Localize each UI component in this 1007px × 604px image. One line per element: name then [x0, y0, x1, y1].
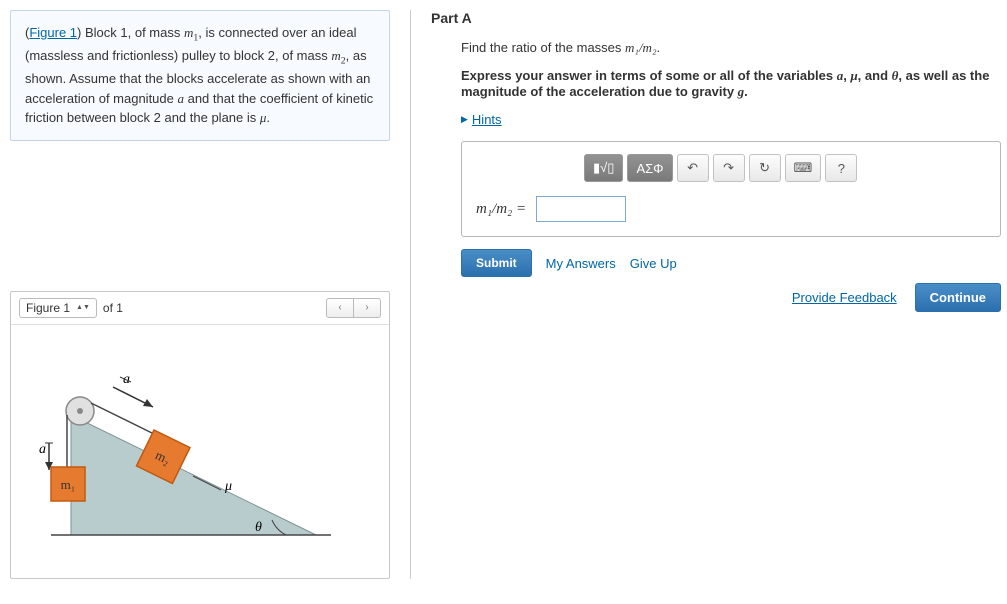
answer-label: m₁/m₂ =	[476, 201, 526, 218]
figure-diagram: θ m₁ m₂ μ	[11, 325, 389, 578]
hints-label: Hints	[472, 112, 502, 127]
svg-text:a: a	[39, 442, 46, 457]
templates-button[interactable]: ▮√▯	[584, 154, 623, 182]
svg-text:m₁: m₁	[61, 477, 76, 492]
hints-toggle[interactable]: ▶ Hints	[461, 112, 1001, 127]
text: .	[266, 110, 270, 125]
keyboard-button[interactable]: ⌨	[785, 154, 822, 182]
undo-button[interactable]: ↶	[677, 154, 709, 182]
figure-of-label: of 1	[103, 301, 123, 315]
reset-button[interactable]: ↻	[749, 154, 781, 182]
answer-input[interactable]	[536, 196, 626, 222]
dropdown-arrows-icon: ▲▼	[76, 305, 90, 311]
part-a-instruction: Find the ratio of the masses m₁/m₂.	[461, 40, 1001, 56]
figure-link[interactable]: Figure 1	[29, 25, 77, 40]
give-up-link[interactable]: Give Up	[630, 256, 677, 271]
greek-button[interactable]: ΑΣΦ	[627, 154, 672, 182]
figure-panel: Figure 1 ▲▼ of 1 ‹ › θ	[10, 291, 390, 579]
help-button[interactable]: ?	[825, 154, 857, 182]
svg-text:θ: θ	[255, 520, 262, 535]
figure-selector[interactable]: Figure 1 ▲▼	[19, 298, 97, 318]
svg-text:μ: μ	[224, 479, 232, 494]
part-a-label: Part A	[431, 10, 1001, 26]
triangle-right-icon: ▶	[461, 114, 468, 125]
problem-statement: (Figure 1) Block 1, of mass m1, is conne…	[10, 10, 390, 141]
figure-next-button[interactable]: ›	[353, 298, 381, 318]
express-instruction: Express your answer in terms of some or …	[461, 68, 1001, 100]
my-answers-link[interactable]: My Answers	[546, 256, 616, 271]
equation-toolbar: ▮√▯ ΑΣΦ ↶ ↷ ↻ ⌨ ?	[584, 154, 986, 182]
submit-button[interactable]: Submit	[461, 249, 532, 277]
continue-button[interactable]: Continue	[915, 283, 1001, 312]
text: ) Block 1, of mass	[77, 25, 184, 40]
answer-box: ▮√▯ ΑΣΦ ↶ ↷ ↻ ⌨ ? m₁/m₂ =	[461, 141, 1001, 237]
figure-selector-label: Figure 1	[26, 301, 70, 315]
redo-button[interactable]: ↷	[713, 154, 745, 182]
provide-feedback-link[interactable]: Provide Feedback	[792, 290, 897, 305]
figure-prev-button[interactable]: ‹	[326, 298, 354, 318]
